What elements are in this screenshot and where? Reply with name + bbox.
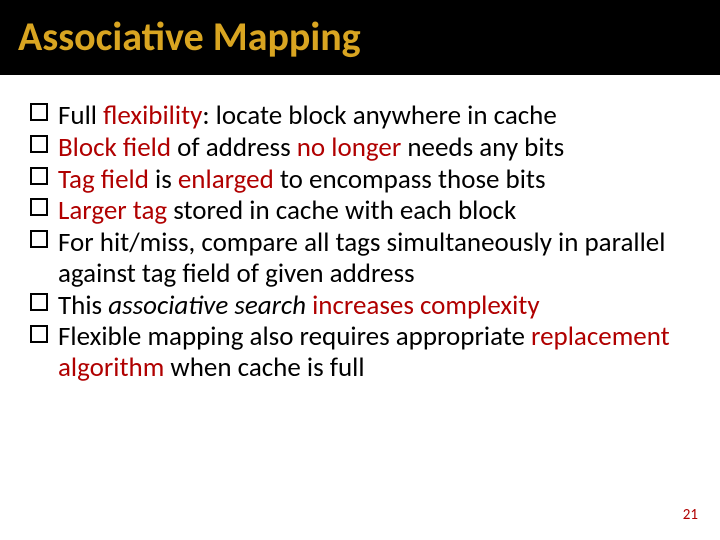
bullet-item: Tag field is enlarged to encompass those…	[30, 165, 690, 196]
text-run-emphasis: no longer	[297, 131, 401, 164]
bullet-text: Larger tag stored in cache with each blo…	[58, 194, 516, 227]
text-run-emphasis: increases complexity	[306, 289, 540, 322]
text-run: to encompass those bits	[274, 163, 546, 196]
slide: Associative Mapping Full flexibility: lo…	[0, 0, 720, 540]
text-run: stored in cache with each block	[167, 194, 516, 227]
bullet-item: Flexible mapping also requires appropria…	[30, 322, 690, 384]
text-run: Full	[58, 99, 103, 132]
bullet-text: For hit/miss, compare all tags simultane…	[58, 226, 665, 290]
square-bullet-icon	[30, 293, 48, 311]
bullet-item: Block field of address no longer needs a…	[30, 133, 690, 164]
text-run: needs any bits	[401, 131, 564, 164]
square-bullet-icon	[30, 103, 48, 121]
text-run-emphasis: flexibility	[103, 99, 202, 132]
slide-body: Full flexibility: locate block anywhere …	[0, 75, 720, 384]
text-run: when cache is full	[164, 351, 364, 384]
slide-title: Associative Mapping	[18, 12, 702, 61]
text-run-emphasis: Larger tag	[58, 194, 167, 227]
bullet-item: Full flexibility: locate block anywhere …	[30, 101, 690, 132]
bullet-item: This associative search increases comple…	[30, 291, 690, 322]
page-number: 21	[683, 506, 698, 524]
text-run: is	[149, 163, 178, 196]
square-bullet-icon	[30, 167, 48, 185]
square-bullet-icon	[30, 135, 48, 153]
bullet-item: Larger tag stored in cache with each blo…	[30, 196, 690, 227]
bullet-text: Full flexibility: locate block anywhere …	[58, 99, 557, 132]
text-run: of address	[171, 131, 297, 164]
bullet-text: Block field of address no longer needs a…	[58, 131, 564, 164]
text-run: This	[58, 289, 108, 322]
text-run: Flexible mapping also requires appropria…	[58, 320, 531, 353]
text-run-italic: associative search	[108, 289, 306, 322]
text-run: : locate block anywhere in cache	[202, 99, 556, 132]
text-run-emphasis: Block field	[58, 131, 171, 164]
text-run-emphasis: enlarged	[178, 163, 274, 196]
bullet-text: This associative search increases comple…	[58, 289, 540, 322]
square-bullet-icon	[30, 325, 48, 343]
bullet-text: Flexible mapping also requires appropria…	[58, 320, 670, 384]
square-bullet-icon	[30, 198, 48, 216]
square-bullet-icon	[30, 230, 48, 248]
text-run-emphasis: Tag field	[58, 163, 149, 196]
bullet-text: Tag field is enlarged to encompass those…	[58, 163, 546, 196]
bullet-item: For hit/miss, compare all tags simultane…	[30, 228, 690, 290]
title-bar: Associative Mapping	[0, 0, 720, 75]
